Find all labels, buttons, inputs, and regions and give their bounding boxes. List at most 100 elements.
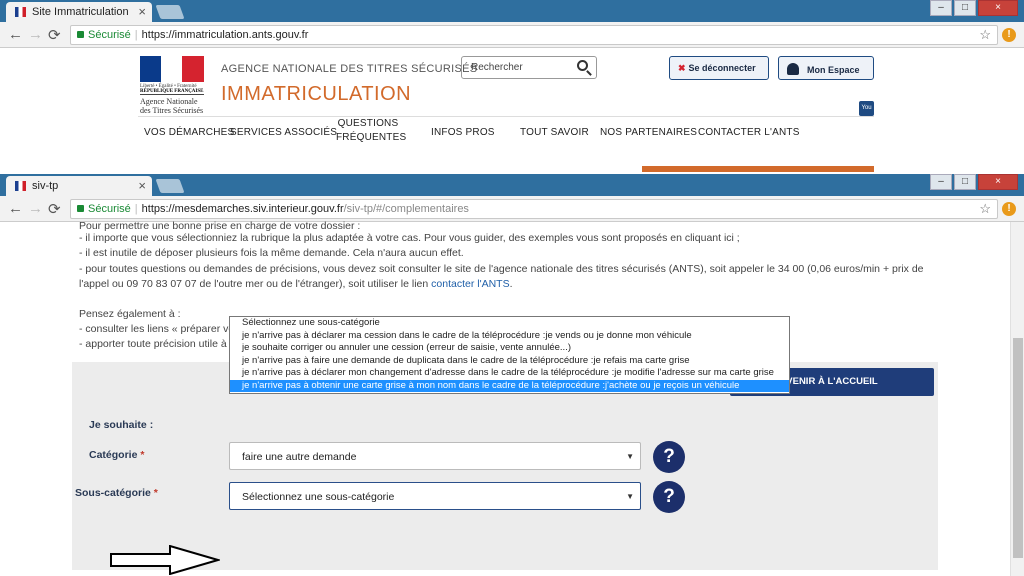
dropdown-option[interactable]: je n'arrive pas à faire une demande de d… <box>230 355 789 368</box>
instructions-line-4: l'appel ou 09 70 83 07 07 de l'outre mer… <box>79 277 513 292</box>
categorie-label-text: Catégorie <box>89 449 138 461</box>
chevron-down-icon: ▼ <box>626 492 634 501</box>
close-tab-icon[interactable]: × <box>138 178 146 193</box>
marianne-logo[interactable]: Liberté • Égalité • Fraternité RÉPUBLIQU… <box>140 56 204 115</box>
bookmark-star-icon[interactable]: ☆ <box>979 201 991 217</box>
tab-title: Site Immatriculation <box>32 6 129 18</box>
back-arrow-icon[interactable]: ← <box>8 26 23 43</box>
address-bar[interactable]: Sécurisé | https://mesdemarches.siv.interi… <box>70 199 998 219</box>
scrollbar-thumb[interactable] <box>1013 338 1023 558</box>
dropdown-option[interactable]: je n'arrive pas à déclarer mon changemen… <box>230 367 789 380</box>
siv-page-content: Pour permettre une bonne prise en charge… <box>0 220 1024 576</box>
my-space-label: Mon Espace <box>807 65 860 75</box>
window-controls: – □ × <box>928 174 1018 190</box>
logo-republique: RÉPUBLIQUE FRANÇAISE <box>140 89 204 95</box>
maximize-icon[interactable]: □ <box>954 174 976 190</box>
flag-favicon-icon <box>15 181 26 191</box>
instructions-line-2: - il est inutile de déposer plusieurs fo… <box>79 247 464 259</box>
new-tab-button[interactable] <box>155 5 185 19</box>
reload-icon[interactable]: ⟳ <box>48 26 61 44</box>
flag-favicon-icon <box>15 7 26 17</box>
pensez-heading: Pensez également à : <box>79 308 181 320</box>
menu-item-questions[interactable]: QUESTIONS FRÉQUENTES <box>336 117 406 145</box>
contact-ants-link[interactable]: contacter l'ANTS <box>431 278 509 290</box>
sous-categorie-select[interactable]: Sélectionnez une sous-catégorie ▼ <box>229 482 641 510</box>
logo-agency: Agence Nationale des Titres Sécurisés <box>140 97 204 115</box>
my-space-button[interactable]: Mon Espace <box>778 56 874 80</box>
secure-label: Sécurisé <box>88 29 131 41</box>
extension-alert-icon[interactable]: ! <box>1002 202 1016 216</box>
required-mark: * <box>153 487 158 499</box>
sous-categorie-value: Sélectionnez une sous-catégorie <box>242 491 395 503</box>
sous-categorie-label: Sous-catégorie * <box>75 487 158 499</box>
dropdown-option[interactable]: Sélectionnez une sous-catégorie <box>230 317 789 330</box>
instructions-line-3: - pour toutes questions ou demandes de p… <box>79 263 924 275</box>
search-placeholder: Rechercher <box>471 62 523 73</box>
url-text: https://immatriculation.ants.gouv.fr <box>141 29 309 41</box>
instructions-period: . <box>509 278 513 290</box>
minimize-icon[interactable]: – <box>930 174 952 190</box>
forward-arrow-icon[interactable]: → <box>28 200 43 217</box>
lock-icon <box>77 31 84 38</box>
menu-item-infos-pros[interactable]: INFOS PROS <box>431 127 495 138</box>
required-mark: * <box>140 449 145 461</box>
browser-window-ants: Site Immatriculation × – □ × ← → ⟳ Sécur… <box>0 0 1024 174</box>
menu-item-contact[interactable]: CONTACTER L'ANTS <box>698 127 800 138</box>
form-heading: Je souhaite : <box>89 419 154 431</box>
categorie-label: Catégorie * <box>89 449 144 461</box>
new-tab-button[interactable] <box>155 179 185 193</box>
menu-item-partenaires[interactable]: NOS PARTENAIRES <box>600 127 697 138</box>
logout-button[interactable]: ✖ Se déconnecter <box>669 56 769 80</box>
window-controls: – □ × <box>928 0 1018 16</box>
ants-site-header: Liberté • Égalité • Fraternité RÉPUBLIQU… <box>0 48 1024 174</box>
forward-arrow-icon[interactable]: → <box>28 26 43 43</box>
maximize-icon[interactable]: □ <box>954 0 976 16</box>
search-icon[interactable] <box>577 60 588 71</box>
reload-icon[interactable]: ⟳ <box>48 200 61 218</box>
tab-bar: Site Immatriculation × – □ × <box>0 0 1024 22</box>
address-bar[interactable]: Sécurisé | https://immatriculation.ants.go… <box>70 25 998 45</box>
menu-accent-strip <box>642 166 874 172</box>
tab-site-immatriculation[interactable]: Site Immatriculation × <box>6 2 152 22</box>
user-icon <box>787 63 799 75</box>
agency-name: AGENCE NATIONALE DES TITRES SÉCURISÉS <box>221 63 478 75</box>
minimize-icon[interactable]: – <box>930 0 952 16</box>
tab-title: siv-tp <box>32 180 59 192</box>
chevron-down-icon: ▼ <box>626 452 634 461</box>
extension-alert-icon[interactable]: ! <box>1002 28 1016 42</box>
youtube-icon[interactable]: You Tube <box>859 101 874 126</box>
lock-icon <box>77 205 84 212</box>
flag-logo-icon <box>140 56 204 82</box>
menu-item-demarches[interactable]: VOS DÉMARCHES <box>144 127 234 138</box>
url-host: https://mesdemarches.siv.interieur.gouv.… <box>141 203 344 215</box>
tab-bar: siv-tp × – □ × <box>0 174 1024 196</box>
dropdown-option-highlighted[interactable]: je n'arrive pas à obtenir une carte gris… <box>230 379 789 392</box>
back-arrow-icon[interactable]: ← <box>8 200 23 217</box>
close-window-icon[interactable]: × <box>978 0 1018 16</box>
categorie-select[interactable]: faire une autre demande ▼ <box>229 442 641 470</box>
close-window-icon[interactable]: × <box>978 174 1018 190</box>
categorie-help-icon[interactable]: ? <box>653 441 685 473</box>
tab-siv-tp[interactable]: siv-tp × <box>6 176 152 196</box>
sous-categorie-dropdown-list: Sélectionnez une sous-catégorie je n'arr… <box>229 316 790 394</box>
close-tab-icon[interactable]: × <box>138 4 146 19</box>
secure-label: Sécurisé <box>88 203 131 215</box>
categorie-value: faire une autre demande <box>242 451 357 463</box>
bookmark-star-icon[interactable]: ☆ <box>979 27 991 43</box>
dropdown-option[interactable]: je n'arrive pas à déclarer ma cession da… <box>230 330 789 343</box>
main-menu: VOS DÉMARCHES SERVICES ASSOCIÉS QUESTION… <box>138 116 874 172</box>
pointer-arrow-icon <box>110 545 220 575</box>
instructions-text: l'appel ou 09 70 83 07 07 de l'outre mer… <box>79 278 432 290</box>
page-scrollbar[interactable] <box>1010 222 1024 576</box>
menu-item-tout-savoir[interactable]: TOUT SAVOIR <box>520 127 589 138</box>
search-input[interactable]: Rechercher <box>461 56 597 79</box>
instructions-line-1: - il importe que vous sélectionniez la r… <box>79 232 740 244</box>
logout-label: Se déconnecter <box>688 63 756 73</box>
omnibox-bar: ← → ⟳ Sécurisé | https://immatriculation.a… <box>0 22 1024 48</box>
close-icon: ✖ <box>678 63 686 73</box>
sous-categorie-label-text: Sous-catégorie <box>75 487 151 499</box>
site-title: IMMATRICULATION <box>221 83 412 105</box>
sous-categorie-help-icon[interactable]: ? <box>653 481 685 513</box>
dropdown-option[interactable]: je souhaite corriger ou annuler une cess… <box>230 342 789 355</box>
menu-item-services[interactable]: SERVICES ASSOCIÉS <box>230 127 337 138</box>
